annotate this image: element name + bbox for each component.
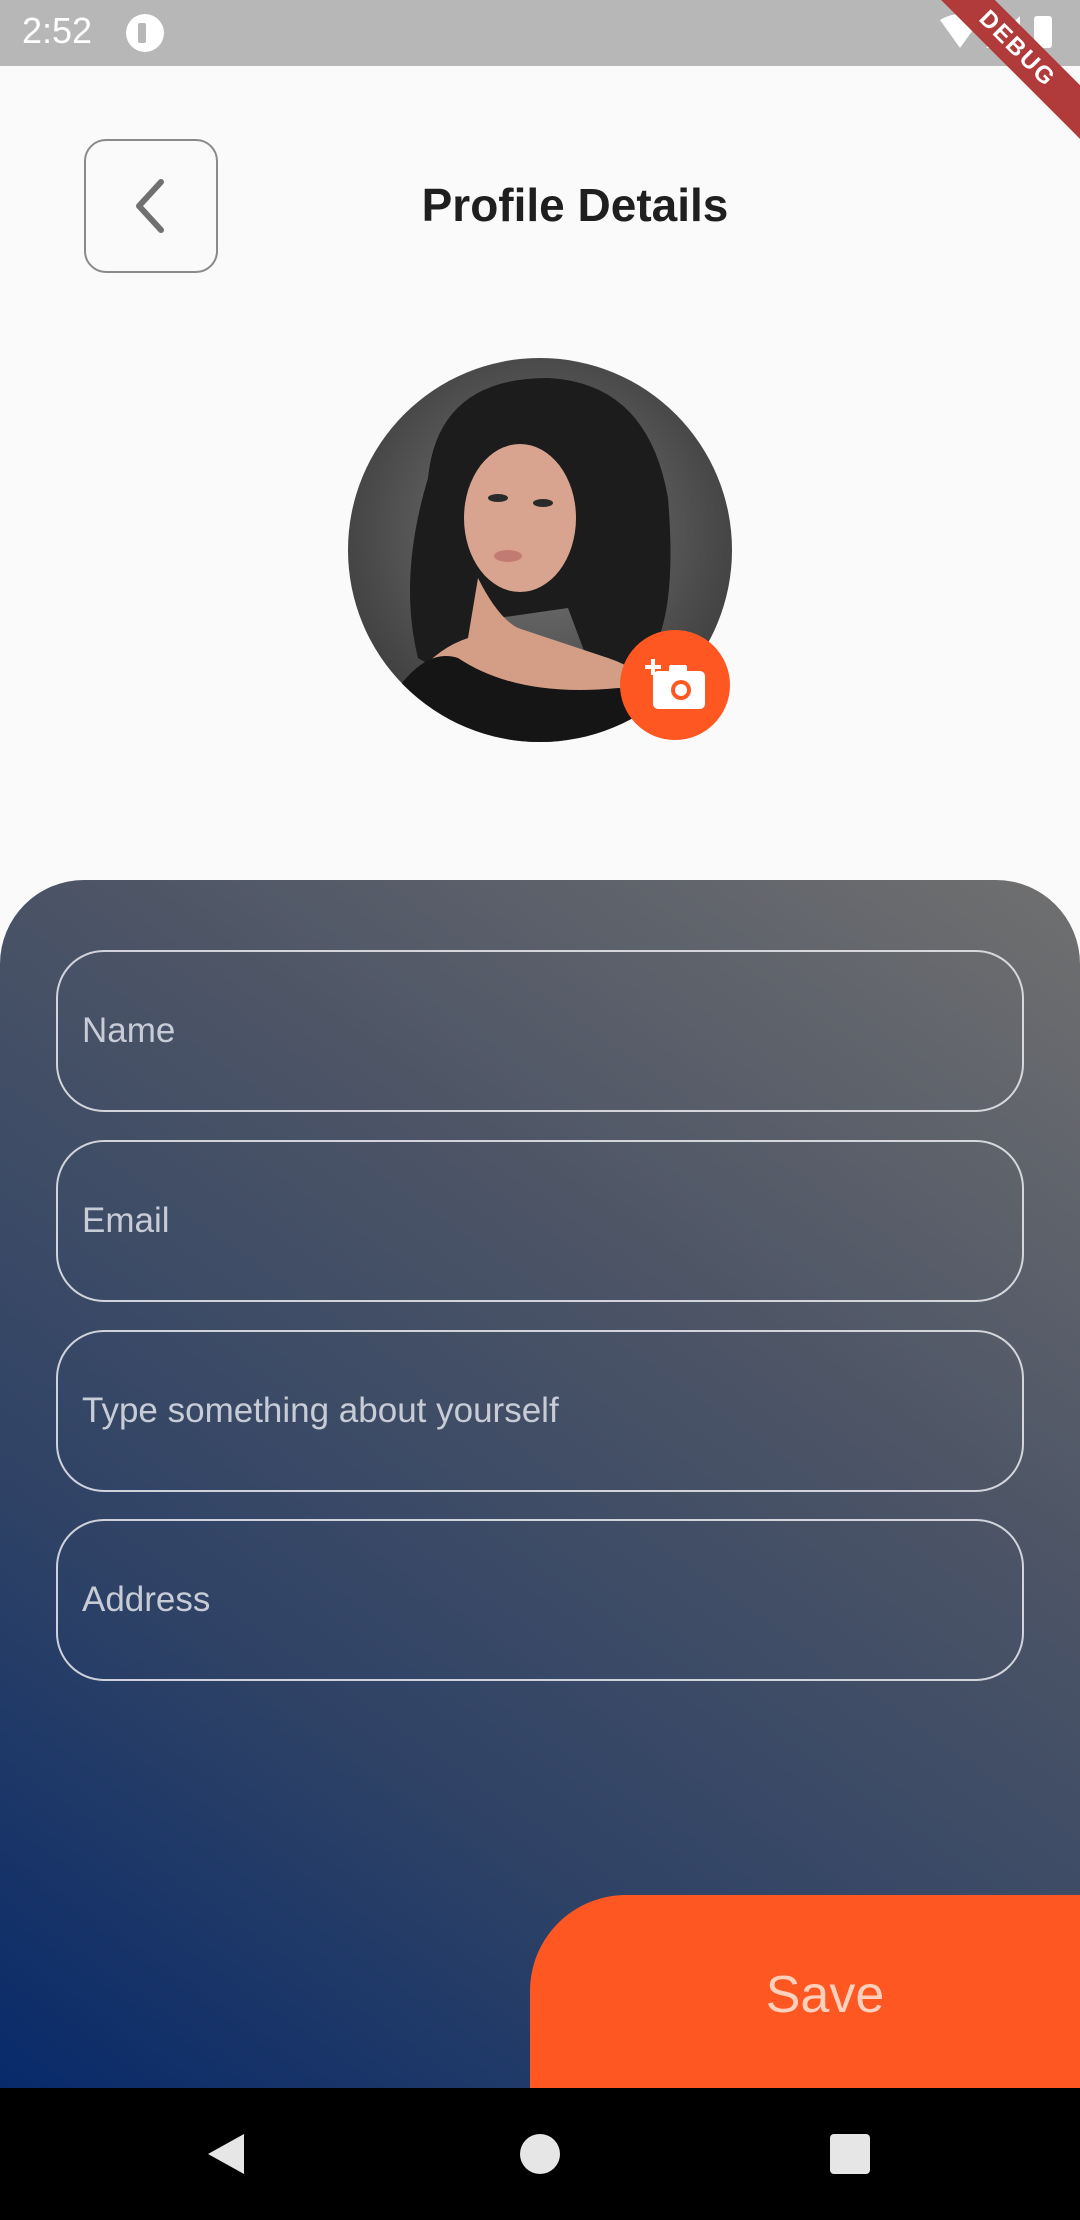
address-input[interactable]	[58, 1521, 1022, 1679]
save-button[interactable]: Save	[530, 1895, 1080, 2088]
add-photo-icon	[645, 659, 705, 709]
nav-home-button[interactable]	[480, 2088, 600, 2220]
page-title: Profile Details	[421, 179, 729, 231]
about-field[interactable]	[56, 1330, 1024, 1492]
status-bar: 2:52 DEBUG	[0, 0, 1080, 151]
address-field[interactable]	[56, 1519, 1024, 1681]
home-circle-icon	[520, 2134, 560, 2174]
app-notification-icon	[126, 14, 164, 52]
name-field[interactable]	[56, 950, 1024, 1112]
nav-recents-button[interactable]	[790, 2088, 910, 2220]
change-photo-button[interactable]	[620, 630, 730, 740]
status-time: 2:52	[22, 10, 93, 51]
nav-back-button[interactable]	[166, 2088, 286, 2220]
email-field[interactable]	[56, 1140, 1024, 1302]
navigation-bar	[0, 2088, 1080, 2220]
form-panel: Save	[0, 880, 1080, 2088]
name-input[interactable]	[58, 952, 1022, 1110]
email-input[interactable]	[58, 1142, 1022, 1300]
about-input[interactable]	[58, 1332, 1022, 1490]
back-triangle-icon	[208, 2134, 244, 2174]
recents-square-icon	[830, 2134, 870, 2174]
